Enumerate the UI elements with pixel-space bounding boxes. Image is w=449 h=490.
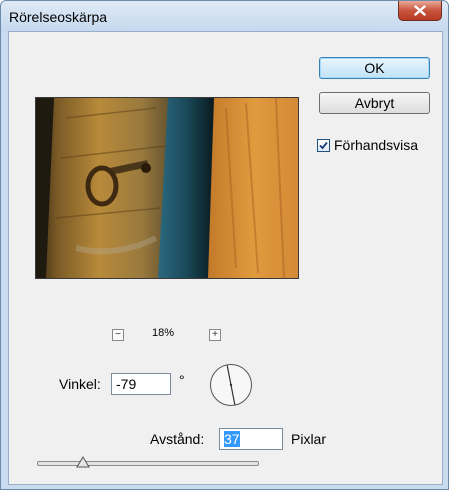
cancel-button[interactable]: Avbryt xyxy=(319,92,430,114)
ok-button-label: OK xyxy=(364,60,385,76)
checkmark-icon xyxy=(319,141,328,149)
minus-icon: − xyxy=(115,329,121,340)
distance-value: 37 xyxy=(224,431,240,447)
blur-preview-image[interactable] xyxy=(35,97,299,279)
preview-checkbox-label: Förhandsvisa xyxy=(334,137,419,153)
distance-unit: Pixlar xyxy=(291,431,327,447)
angle-input[interactable]: -79 xyxy=(111,373,171,395)
zoom-in-button[interactable]: + xyxy=(209,329,221,341)
preview-checkbox[interactable] xyxy=(317,138,330,152)
zoom-out-button[interactable]: − xyxy=(112,329,124,341)
zoom-level: 18% xyxy=(152,327,175,339)
dialog-content: OK Avbryt Förhandsvisa − 18% + Vinkel: -… xyxy=(8,31,443,485)
distance-input[interactable]: 37 xyxy=(219,428,283,450)
preview-checkbox-row[interactable]: Förhandsvisa xyxy=(317,137,418,153)
degree-symbol: ° xyxy=(179,372,185,388)
dialog-window: Rörelseoskärpa OK Avbryt Förhandsvisa − … xyxy=(0,0,449,490)
distance-slider-track[interactable] xyxy=(37,461,259,466)
plus-icon: + xyxy=(212,329,218,340)
ok-button[interactable]: OK xyxy=(319,57,430,79)
close-icon xyxy=(414,5,426,16)
window-title: Rörelseoskärpa xyxy=(9,9,108,25)
preview-artwork xyxy=(36,98,298,278)
angle-dial[interactable] xyxy=(209,363,253,407)
close-button[interactable] xyxy=(398,1,442,21)
angle-label: Vinkel: xyxy=(59,376,101,392)
cancel-button-label: Avbryt xyxy=(354,95,395,111)
distance-slider-thumb[interactable] xyxy=(76,456,91,468)
distance-label: Avstånd: xyxy=(150,431,205,447)
title-bar[interactable]: Rörelseoskärpa xyxy=(1,1,448,31)
angle-value: -79 xyxy=(116,376,137,392)
